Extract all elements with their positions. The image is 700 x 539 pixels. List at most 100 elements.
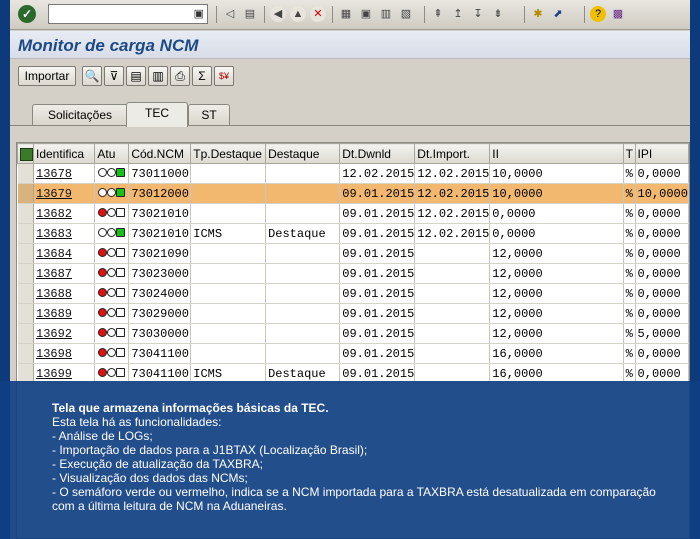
t-cell: %	[623, 243, 636, 264]
atu-status-cell	[94, 163, 130, 184]
cancel-icon[interactable]: ✕	[310, 6, 326, 22]
row-selector[interactable]	[17, 343, 34, 364]
toolbar-separator	[424, 6, 425, 23]
ipi-cell: 0,0000	[635, 263, 689, 284]
table-row[interactable]: 13678 73011000 12.02.2015 12.02.2015 10,0000…	[17, 163, 689, 184]
last-page-icon[interactable]: ⇟	[490, 6, 506, 22]
traffic-light-red-icon	[97, 327, 127, 339]
table-row[interactable]: 13683 73021010 ICMS Destaque 09.01.2015 12.02…	[17, 223, 689, 244]
cod-ncm-cell: 73012000	[128, 183, 192, 204]
t-cell: %	[623, 183, 636, 204]
identifica-cell[interactable]: 13687	[33, 263, 96, 284]
filter-icon[interactable]: ⊽	[104, 66, 124, 86]
ii-cell: 12,0000	[489, 283, 624, 304]
row-selector[interactable]	[17, 323, 34, 344]
find-icon[interactable]: ▣	[358, 6, 374, 22]
row-selector[interactable]	[17, 303, 34, 324]
next-page-icon[interactable]: ↧	[470, 6, 486, 22]
traffic-light-green-icon	[97, 187, 127, 199]
column-header-ii[interactable]: II	[489, 143, 624, 164]
print-list-icon[interactable]: ⎙	[170, 66, 190, 86]
column-header-destaque[interactable]: Destaque	[265, 143, 341, 164]
ipi-cell: 0,0000	[635, 283, 689, 304]
title-bar: Monitor de carga NCM	[10, 31, 690, 59]
destaque-cell	[265, 263, 341, 284]
back-arrow-icon[interactable]: ◁	[222, 6, 238, 22]
traffic-light-red-icon	[97, 367, 127, 379]
ipi-cell: 0,0000	[635, 243, 689, 264]
t-cell: %	[623, 203, 636, 224]
table-row[interactable]: 13688 73024000 09.01.2015 12,0000% 0,0000	[17, 283, 689, 304]
table-row[interactable]: 13684 73021090 09.01.2015 12,0000% 0,0000	[17, 243, 689, 264]
print-icon[interactable]: ▦	[338, 6, 354, 22]
back-icon[interactable]: ◀	[270, 6, 286, 22]
row-selector[interactable]	[17, 243, 34, 264]
row-selector[interactable]	[17, 263, 34, 284]
select-all-cell[interactable]	[17, 143, 34, 164]
toolbar-separator	[332, 6, 333, 23]
row-selector[interactable]	[17, 203, 34, 224]
table-row[interactable]: 13687 73023000 09.01.2015 12,0000% 0,0000	[17, 263, 689, 284]
cod-ncm-cell: 73030000	[128, 323, 192, 344]
destaque-cell: Destaque	[265, 223, 341, 244]
details-icon[interactable]: 🔍	[82, 66, 102, 86]
identifica-cell[interactable]: 13698	[33, 343, 96, 364]
command-field[interactable]: ▣	[48, 4, 208, 24]
traffic-light-red-icon	[97, 267, 127, 279]
table-row[interactable]: 13698 73041100 09.01.2015 16,0000% 0,0000	[17, 343, 689, 364]
column-header-atu[interactable]: Atu	[94, 143, 130, 164]
row-selector[interactable]	[17, 183, 34, 204]
row-selector[interactable]	[17, 163, 34, 184]
identifica-cell[interactable]: 13682	[33, 203, 96, 224]
tp-destaque-cell	[190, 283, 267, 304]
identifica-cell[interactable]: 13684	[33, 243, 96, 264]
row-selector[interactable]	[17, 223, 34, 244]
tp-destaque-cell	[190, 323, 267, 344]
currency-icon[interactable]: $¥	[214, 66, 234, 86]
identifica-cell[interactable]: 13689	[33, 303, 96, 324]
column-header-t[interactable]: T	[622, 143, 636, 164]
tab-strip: Solicitações TEC ST	[10, 100, 690, 127]
identifica-cell[interactable]: 13683	[33, 223, 96, 244]
table-row[interactable]: 13682 73021010 09.01.2015 12.02.2015 0,0000%…	[17, 203, 689, 224]
column-header-dt-import[interactable]: Dt.Import.	[414, 143, 491, 164]
log-icon[interactable]: ▤	[126, 66, 146, 86]
row-selector[interactable]	[17, 283, 34, 304]
ncm-table: Identifica Atu Cód.NCM Tp.Destaque Desta…	[17, 143, 689, 384]
table-row[interactable]: 13689 73029000 09.01.2015 12,0000% 0,0000	[17, 303, 689, 324]
column-header-dt-dwnld[interactable]: Dt.Dwnld	[339, 143, 416, 164]
first-page-icon[interactable]: ⇞	[430, 6, 446, 22]
traffic-light-green-icon	[97, 227, 127, 239]
sum-icon[interactable]: Ʃ	[192, 66, 212, 86]
importar-button[interactable]: Importar	[18, 66, 76, 86]
find-next-icon[interactable]: ▥	[378, 6, 394, 22]
tab-solicitacoes[interactable]: Solicitações	[32, 104, 128, 126]
identifica-cell[interactable]: 13692	[33, 323, 96, 344]
tab-tec[interactable]: TEC	[126, 102, 188, 127]
save-icon[interactable]: ▤	[242, 6, 258, 22]
column-header-tp-destaque[interactable]: Tp.Destaque	[190, 143, 267, 164]
dt-dwnld-cell: 09.01.2015	[339, 183, 416, 204]
export-icon[interactable]: ▥	[148, 66, 168, 86]
shortcut-icon[interactable]: ⬈	[550, 6, 566, 22]
find-next-icon[interactable]: ▧	[398, 6, 414, 22]
tab-st[interactable]: ST	[188, 104, 230, 126]
t-cell: %	[623, 343, 636, 364]
column-header-identifica[interactable]: Identifica	[32, 143, 96, 164]
identifica-cell[interactable]: 13679	[33, 183, 96, 204]
help-icon[interactable]: ?	[590, 6, 606, 22]
ipi-cell: 10,0000	[635, 183, 689, 204]
new-session-icon[interactable]: ✱	[530, 6, 546, 22]
dt-dwnld-cell: 12.02.2015	[339, 163, 416, 184]
table-row[interactable]: 13679 73012000 09.01.2015 12.02.2015 10,0000…	[17, 183, 689, 204]
table-row[interactable]: 13692 73030000 09.01.2015 12,0000% 5,0000	[17, 323, 689, 344]
previous-page-icon[interactable]: ↥	[450, 6, 466, 22]
layout-menu-icon[interactable]: ▩	[610, 6, 626, 22]
column-header-ipi[interactable]: IPI	[634, 143, 689, 164]
identifica-cell[interactable]: 13678	[33, 163, 96, 184]
layout-icon[interactable]	[20, 147, 33, 161]
exit-icon[interactable]: ▲	[290, 6, 306, 22]
enter-icon[interactable]: ✓	[18, 5, 36, 23]
column-header-cod-ncm[interactable]: Cód.NCM	[128, 143, 192, 164]
identifica-cell[interactable]: 13688	[33, 283, 96, 304]
